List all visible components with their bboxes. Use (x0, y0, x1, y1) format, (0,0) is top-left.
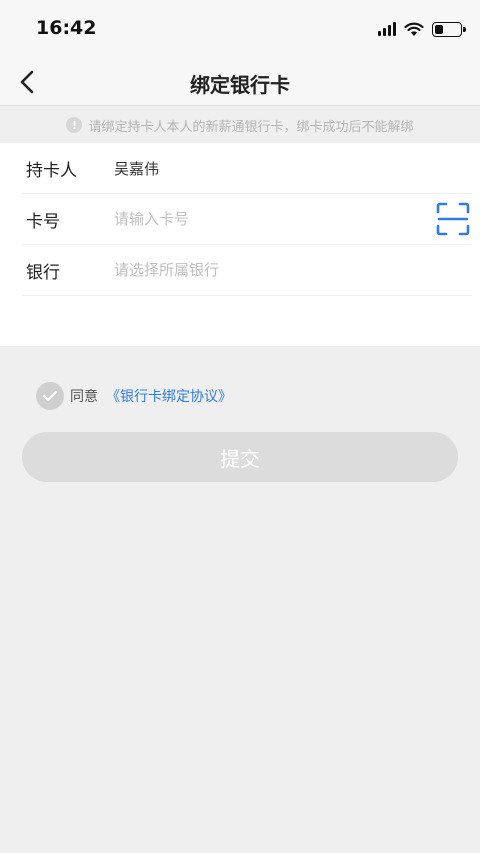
notice-text: 请绑定持卡人本人的新薪通银行卡，绑卡成功后不能解绑 (88, 119, 414, 135)
notice-banner: ! 请绑定持卡人本人的新薪通银行卡，绑卡成功后不能解绑 (0, 107, 480, 143)
status-time: 16:42 (36, 17, 97, 39)
scan-icon (436, 202, 470, 236)
info-icon: ! (66, 117, 83, 133)
submit-button[interactable]: 提交 (22, 432, 458, 482)
holder-value: 吴嘉伟 (114, 159, 160, 178)
navigation-bar: 绑定银行卡 (0, 58, 480, 106)
wifi-icon (404, 22, 424, 36)
scan-card-button[interactable] (436, 202, 470, 236)
card-number-input[interactable] (114, 210, 436, 228)
bank-row[interactable]: 银行 (22, 245, 472, 296)
bank-label: 银行 (26, 262, 60, 283)
card-number-label: 卡号 (26, 211, 60, 232)
cellular-signal-icon (378, 22, 396, 36)
battery-icon (432, 21, 466, 37)
battery-level (435, 24, 444, 34)
page-title: 绑定银行卡 (190, 73, 290, 97)
agreement-row: 同意 《银行卡绑定协议》 (36, 382, 232, 410)
bank-card-form: 持卡人 吴嘉伟 卡号 银行 (0, 143, 480, 346)
agreement-prefix: 同意 (70, 389, 98, 405)
holder-row: 持卡人 吴嘉伟 (22, 143, 472, 194)
agreement-link[interactable]: 《银行卡绑定协议》 (106, 386, 232, 406)
checkmark-icon (42, 390, 58, 402)
agreement-checkbox[interactable] (36, 382, 64, 410)
status-icons (378, 20, 466, 38)
holder-label: 持卡人 (26, 160, 77, 181)
bank-select[interactable] (114, 261, 472, 279)
status-bar: 16:42 (0, 0, 480, 58)
card-number-row: 卡号 (22, 194, 472, 245)
